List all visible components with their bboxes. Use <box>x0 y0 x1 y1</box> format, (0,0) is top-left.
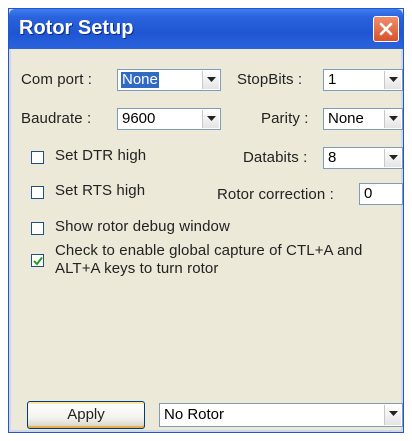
stop-bits-dropdown-button[interactable] <box>384 71 401 89</box>
close-icon <box>379 22 393 36</box>
rotor-setup-dialog: Rotor Setup Com port : None StopBits : 1… <box>8 8 404 433</box>
checkmark-icon <box>33 256 43 266</box>
rotor-correction-input[interactable]: 0 <box>359 183 403 205</box>
chevron-down-icon <box>389 155 398 160</box>
stop-bits-select[interactable]: 1 <box>323 69 403 91</box>
baudrate-value: 9600 <box>122 110 156 127</box>
parity-value: None <box>328 110 364 127</box>
set-rts-label: Set RTS high <box>55 182 146 199</box>
apply-button[interactable]: Apply <box>27 401 145 429</box>
rotor-type-dropdown-button[interactable] <box>384 405 401 425</box>
parity-select[interactable]: None <box>323 108 403 130</box>
stop-bits-value: 1 <box>328 71 337 88</box>
com-port-label: Com port : <box>21 71 93 88</box>
global-capture-label-line2: ALT+A keys to turn rotor <box>55 260 219 277</box>
window-title: Rotor Setup <box>19 17 134 39</box>
stop-bits-label: StopBits : <box>237 71 303 88</box>
databits-value: 8 <box>328 149 337 166</box>
chevron-down-icon <box>389 411 398 416</box>
com-port-select[interactable]: None <box>117 69 221 91</box>
show-debug-window-checkbox[interactable] <box>31 222 44 235</box>
com-port-value: None <box>121 71 159 88</box>
chevron-down-icon <box>389 77 398 82</box>
title-bar[interactable]: Rotor Setup <box>9 9 403 49</box>
databits-label: Databits : <box>243 149 308 166</box>
close-button[interactable] <box>373 16 399 42</box>
rotor-correction-value: 0 <box>364 185 373 202</box>
parity-dropdown-button[interactable] <box>384 110 401 128</box>
com-port-dropdown-button[interactable] <box>202 71 219 89</box>
baudrate-dropdown-button[interactable] <box>202 110 219 128</box>
parity-label: Parity : <box>261 110 309 127</box>
rotor-type-value: No Rotor <box>164 406 225 423</box>
global-capture-checkbox[interactable] <box>31 254 44 267</box>
rotor-correction-label: Rotor correction : <box>217 186 334 203</box>
chevron-down-icon <box>207 116 216 121</box>
set-dtr-checkbox[interactable] <box>31 151 44 164</box>
set-dtr-label: Set DTR high <box>55 147 147 164</box>
databits-dropdown-button[interactable] <box>384 149 401 167</box>
show-debug-window-label: Show rotor debug window <box>55 218 230 235</box>
chevron-down-icon <box>207 77 216 82</box>
chevron-down-icon <box>389 116 398 121</box>
set-rts-checkbox[interactable] <box>31 186 44 199</box>
rotor-type-select[interactable]: No Rotor <box>159 403 403 427</box>
baudrate-select[interactable]: 9600 <box>117 108 221 130</box>
databits-select[interactable]: 8 <box>323 147 403 169</box>
global-capture-label-line1: Check to enable global capture of CTL+A … <box>55 242 363 259</box>
baudrate-label: Baudrate : <box>21 110 92 127</box>
